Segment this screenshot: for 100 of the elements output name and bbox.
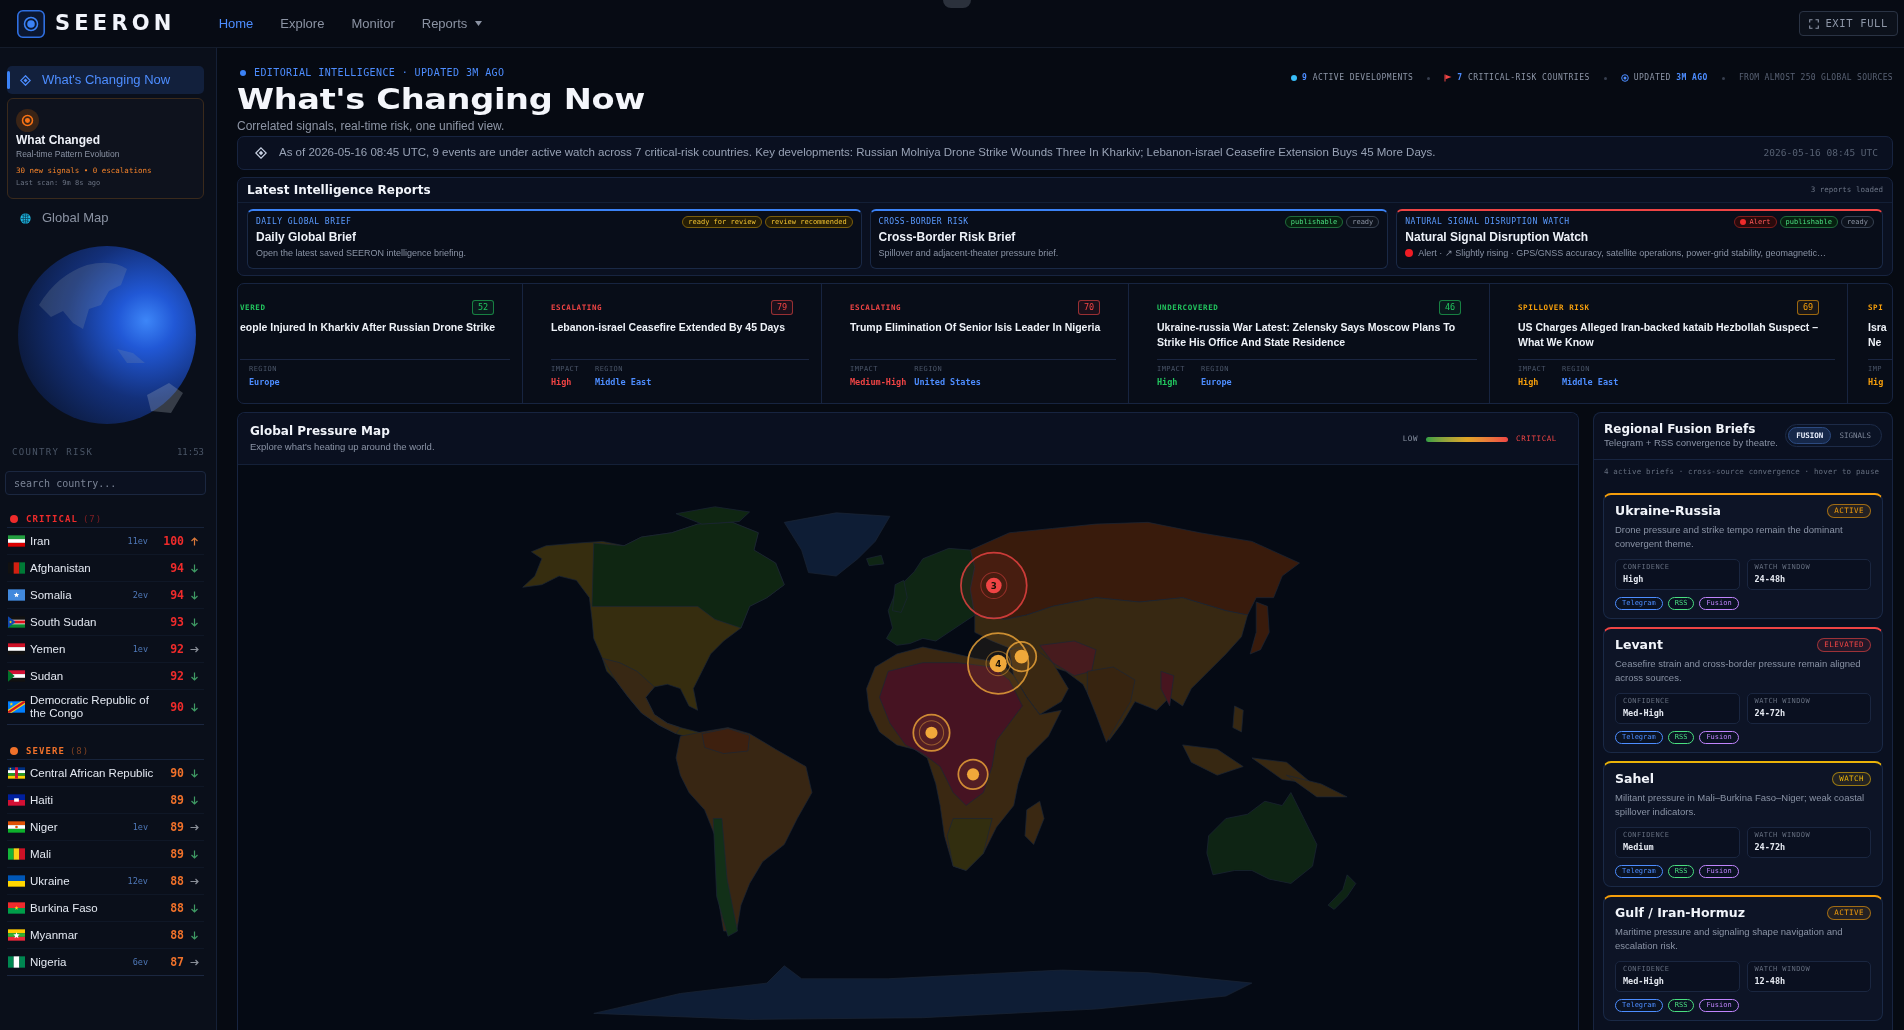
country-name: Central African Republic [30,766,155,780]
risk-score: 88 [169,874,184,888]
country-name: Afghanistan [30,561,92,575]
flag-icon [8,701,25,713]
event-title: Lebanon-israel Ceasefire Extended By 45 Days [551,320,786,335]
event-count: 6ev [132,957,149,967]
new-guinea-shape [1286,774,1348,798]
radar-ring-icon [16,109,39,132]
southern-africa-shape [946,818,993,871]
arrow-down-icon [189,617,199,627]
country-name: Burkina Faso [30,901,99,915]
country-name: Nigeria [30,955,68,969]
group-label: SEVERE [26,746,65,756]
arrow-right-icon [189,644,199,654]
venezuela-shape [701,728,750,754]
country-name: Haiti [30,793,54,807]
logo-icon [17,9,45,38]
metric-value: 24-72h [1754,708,1787,719]
hotspot-marker[interactable]: 4 [967,632,1030,695]
impact-value: High [551,376,573,388]
section-subtitle: Explore what's heating up around the world. [250,440,435,453]
target-icon [1620,74,1629,82]
arrow-up-icon [189,536,199,546]
risk-score: 89 [169,847,184,861]
report-category: NATURAL SIGNAL DISRUPTION WATCH [1405,217,1570,227]
report-title: Natural Signal Disruption Watch [1405,230,1590,245]
summary-timestamp: 2026-05-16 08:45 UTC [1762,145,1878,160]
report-title: Daily Global Brief [256,230,358,245]
card-title: What Changed [16,133,100,148]
separator-dot-icon [1721,76,1725,80]
flag-icon [8,589,25,601]
sidebar-link[interactable]: Global Map [7,204,204,232]
stat-text: 7 CRITICAL-RISK COUNTRIES [1457,73,1590,83]
arrow-down-icon [189,849,199,859]
flag-icon [8,848,25,860]
alert-dot-icon [1740,219,1747,225]
report-category: CROSS-BORDER RISK [878,217,969,227]
group-count: (7) [83,514,102,524]
brief-title: Sahel [1615,771,1655,787]
flag-icon [8,821,25,833]
report-title: Cross-Border Risk Brief [878,230,1017,245]
impact-value: Medium-High [850,376,907,388]
hotspot-marker[interactable] [912,713,951,752]
risk-score: 87 [169,955,184,969]
myanmar-shape [1160,670,1175,707]
arrow-down-icon [189,563,199,573]
section-subtitle: Telegram + RSS convergence by theatre. [1604,437,1778,449]
risk-score: 90 [169,766,184,780]
country-search-field[interactable]: search country... [5,471,206,495]
globe-icon [20,212,31,224]
risk-score: 89 [169,793,184,807]
nav-link[interactable]: Reports [421,13,483,34]
report-description: Alert · ↗ Slightly rising · GPS/GNSS accuracy, satellite operations, power-grid stability, geomagnetic… [1418,247,1827,259]
section-label: COUNTRY RISK [12,447,94,457]
hotspot-marker[interactable]: 3 [960,551,1028,620]
metric-value: 24-48h [1754,574,1787,585]
event-count: 2ev [132,590,149,600]
region-value: Middle East [595,376,652,388]
arrow-down-icon [189,930,199,940]
impact-value: High [1157,376,1179,388]
score-badge: 69 [1797,300,1819,315]
brief-description: Militant pressure in Mali–Burkina Faso–Niger; weak coastal spillover indicators. [1615,791,1866,819]
separator-dot-icon [1427,76,1431,80]
arrow-down-icon [189,590,199,600]
brief-description: Ceasefire strain and cross-border pressure remain aligned across sources. [1615,657,1862,685]
metric-value: 24-72h [1754,842,1787,853]
metric-value: Medium [1623,842,1655,853]
impact-value: Hig [1868,376,1885,388]
risk-score: 94 [169,588,184,602]
hotspot-marker[interactable] [957,758,989,790]
madagascar-shape [1024,800,1045,845]
score-badge: 52 [472,300,494,315]
flag-icon [8,535,25,547]
country-name: Sudan [30,669,65,683]
score-badge: 46 [1439,300,1461,315]
metric-value: Med-High [1623,708,1665,719]
page-title: What's Changing Now [237,85,645,115]
sidebar-link[interactable]: What's Changing Now [7,66,204,94]
clock-time: 11:53 [176,447,204,457]
stat-text: UPDATED 3M AGO [1633,73,1708,83]
score-badge: 79 [771,300,793,315]
risk-score: 100 [162,534,184,548]
flag-icon [8,956,25,968]
hotspot-marker[interactable] [1005,641,1038,673]
flag-icon [8,767,25,779]
diamond-icon [20,74,31,86]
nav-link[interactable]: Explore [280,13,325,34]
nav-link[interactable]: Home [218,13,254,34]
country-name: Yemen [30,642,67,656]
pull-handle[interactable] [943,0,971,8]
event-title: Trump Elimination Of Senior Isis Leader In Nigeria [850,320,1102,335]
event-count: 11ev [127,536,149,546]
flag-icon [8,643,25,655]
region-value: Europe [249,376,280,388]
exit-fullscreen-button[interactable]: EXIT FULL [1799,11,1898,36]
arrow-down-icon [189,671,199,681]
nav-link[interactable]: Monitor [351,13,395,34]
metric-value: Med-High [1623,976,1665,987]
status-dot-icon [1291,75,1298,81]
region-value: Europe [1201,376,1232,388]
